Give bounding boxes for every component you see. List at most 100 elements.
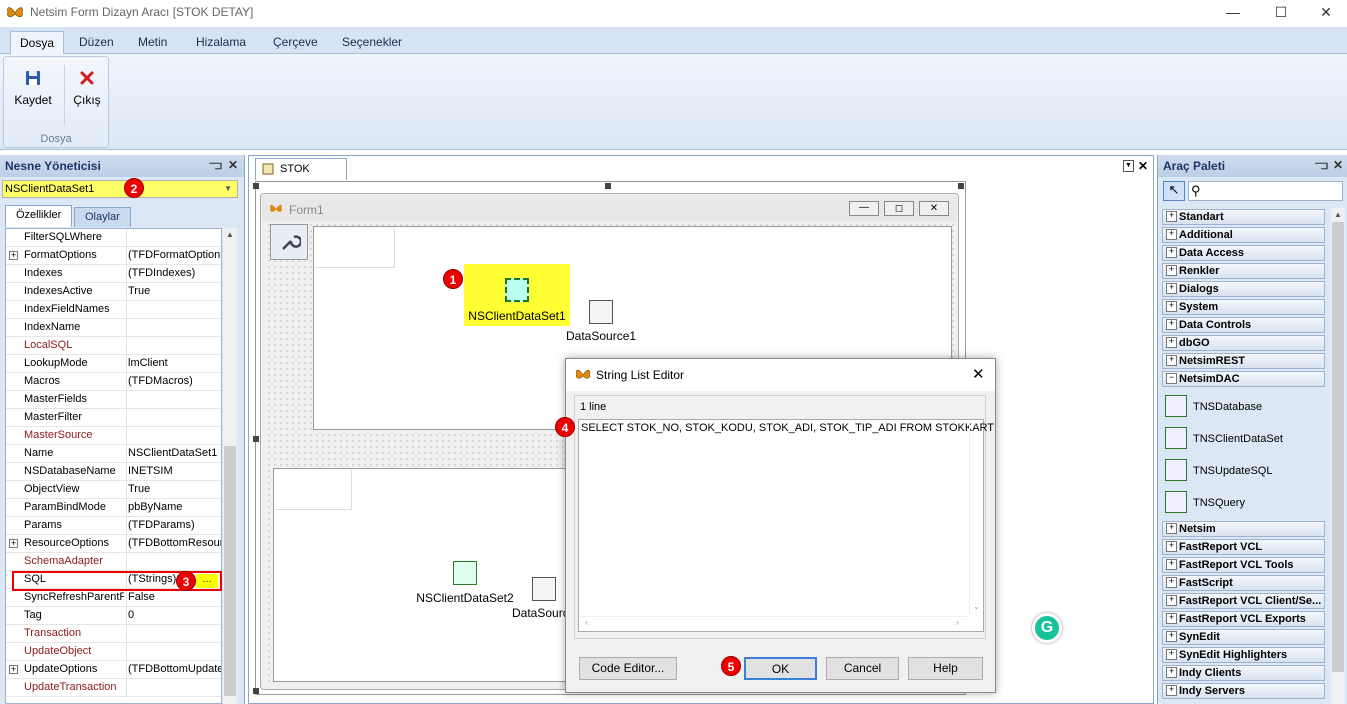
palette-category[interactable]: FastReport VCL Exports [1162,611,1325,627]
property-row[interactable]: MasterFilter [6,409,221,427]
property-row[interactable]: Macros (TFDMacros) [6,373,221,391]
property-value[interactable]: (TFDParams) [128,519,221,531]
property-row[interactable]: NSDatabaseName INETSIM [6,463,221,481]
tab-dosya[interactable]: Dosya [10,31,65,54]
cancel-button[interactable]: Cancel [826,657,899,680]
property-scrollbar[interactable]: ▲ [223,228,237,704]
palette-category[interactable]: Standart [1162,209,1325,225]
palette-category[interactable]: FastScript [1162,575,1325,591]
sql-ellipsis-button[interactable]: … [196,574,218,588]
nsclientdataset2-component[interactable]: NSClientDataSet2 [415,561,515,605]
property-value[interactable]: (TFDBottomUpdate [128,663,221,675]
property-value[interactable]: lmClient [128,357,221,369]
nsclientdataset1-component[interactable]: NSClientDataSet1 [464,264,570,326]
property-row[interactable]: Params (TFDParams) [6,517,221,535]
property-row[interactable]: Indexes (TFDIndexes) [6,265,221,283]
property-row[interactable]: + ResourceOptions (TFDBottomResour [6,535,221,553]
scroll-left-icon[interactable]: ‹ [585,617,588,627]
palette-category[interactable]: NetsimDAC [1162,371,1325,387]
datasource1-component[interactable]: DataSource1 [566,300,636,346]
property-row[interactable]: MasterFields [6,391,221,409]
tab-stok-detay[interactable]: STOK DETAY [255,158,347,195]
memo-vscroll[interactable]: ⌃ ⌄ [969,422,983,615]
palette-category[interactable]: Dialogs [1162,281,1325,297]
handle[interactable] [958,183,964,189]
scroll-up-icon[interactable]: ⌃ [973,422,980,431]
scroll-up-icon[interactable]: ▲ [1334,210,1342,219]
property-row[interactable]: MasterSource [6,427,221,445]
property-value[interactable]: True [128,483,221,495]
handle[interactable] [253,436,259,442]
expand-icon[interactable]: + [9,539,18,548]
property-row[interactable]: ObjectView True [6,481,221,499]
property-value[interactable]: (TFDFormatOption [128,249,221,261]
tab-metin[interactable]: Metin [129,31,176,54]
palette-category[interactable]: Renkler [1162,263,1325,279]
palette-item[interactable]: TNSClientDataSet [1165,423,1325,455]
scroll-thumb[interactable] [1332,222,1344,672]
property-row[interactable]: IndexFieldNames [6,301,221,319]
help-button[interactable]: Help [908,657,983,680]
property-row[interactable]: FilterSQLWhere [6,229,221,247]
property-value[interactable]: (TFDIndexes) [128,267,221,279]
palette-category[interactable]: Data Access [1162,245,1325,261]
exit-button[interactable]: Çıkış [62,61,112,121]
doc-close-icon[interactable]: ✕ [1138,159,1148,173]
code-editor-button[interactable]: Code Editor... [579,657,677,680]
property-row[interactable]: UpdateTransaction [6,679,221,697]
property-row[interactable]: + UpdateOptions (TFDBottomUpdate [6,661,221,679]
palette-category[interactable]: SynEdit Highlighters [1162,647,1325,663]
wrench-component[interactable] [270,224,308,260]
property-value[interactable]: INETSIM [128,465,221,477]
property-row[interactable]: ParamBindMode pbByName [6,499,221,517]
scroll-up-icon[interactable]: ▲ [226,230,234,239]
property-value[interactable]: NSClientDataSet1 [128,447,221,459]
palette-category[interactable]: Indy Servers [1162,683,1325,699]
ok-button[interactable]: OK [744,657,817,680]
property-value[interactable]: pbByName [128,501,221,513]
property-row[interactable]: IndexesActive True [6,283,221,301]
property-value[interactable]: 0 [128,609,221,621]
object-selector[interactable]: NSClientDataSet1 ▼ [2,180,238,198]
property-row[interactable]: UpdateObject [6,643,221,661]
form-maximize-icon[interactable]: ◻ [884,201,914,216]
datasource2-component[interactable]: DataSourc [510,577,569,621]
tab-olaylar[interactable]: Olaylar [74,207,131,227]
property-value[interactable]: (TFDBottomResour [128,537,221,549]
palette-category[interactable]: NetsimREST [1162,353,1325,369]
palette-category[interactable]: Indy Clients [1162,665,1325,681]
grammarly-icon[interactable]: G [1032,613,1062,643]
memo-hscroll[interactable]: ‹ › [581,616,969,630]
palette-item[interactable]: TNSQuery [1165,487,1325,519]
palette-category[interactable]: Additional [1162,227,1325,243]
scroll-thumb[interactable] [224,446,236,696]
property-value[interactable]: (TFDMacros) [128,375,221,387]
tab-duzen[interactable]: Düzen [70,31,123,54]
property-row[interactable]: + FormatOptions (TFDFormatOption [6,247,221,265]
palette-scrollbar[interactable]: ▲ [1331,208,1345,704]
dialog-close-icon[interactable]: ✕ [972,359,985,391]
palette-category[interactable]: FastReport VCL Tools [1162,557,1325,573]
palette-category[interactable]: FastReport VCL Client/Se... [1162,593,1325,609]
form-close-icon[interactable]: ✕ [919,201,949,216]
pin-icon[interactable]: ⫎ [209,158,222,173]
expand-icon[interactable]: + [9,665,18,674]
tab-secenekler[interactable]: Seçenekler [333,31,411,54]
property-row[interactable]: Transaction [6,625,221,643]
doc-dropdown-icon[interactable]: ▼ [1123,160,1134,172]
sql-memo[interactable]: SELECT STOK_NO, STOK_KODU, STOK_ADI, STO… [578,419,994,632]
property-row[interactable]: SyncRefreshParentF False [6,589,221,607]
handle[interactable] [253,688,259,694]
property-row[interactable]: SchemaAdapter [6,553,221,571]
panel-close-icon[interactable]: ✕ [228,158,238,172]
save-button[interactable]: Kaydet [8,61,58,121]
scroll-down-icon[interactable]: ⌄ [973,602,980,611]
palette-item[interactable]: TNSUpdateSQL [1165,455,1325,487]
property-row[interactable]: IndexName [6,319,221,337]
form-minimize-icon[interactable]: — [849,201,879,216]
tab-ozellikler[interactable]: Özellikler [5,205,73,227]
palette-category[interactable]: System [1162,299,1325,315]
palette-category[interactable]: dbGO [1162,335,1325,351]
property-row[interactable]: Tag 0 [6,607,221,625]
expand-icon[interactable]: + [9,251,18,260]
